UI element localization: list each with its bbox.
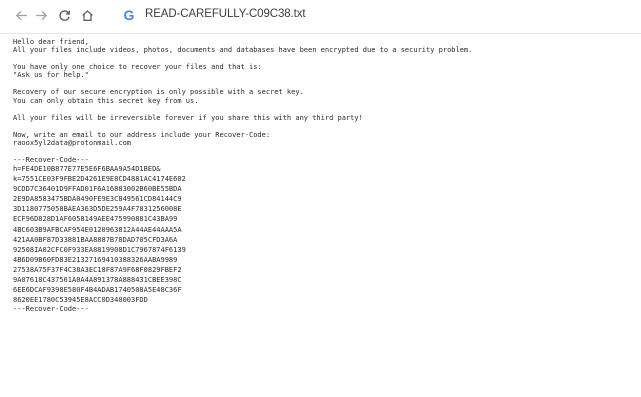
- recovery-line: Recovery of our secure encryption is onl…: [13, 88, 304, 97]
- document-content: Hello dear friend, All your files includ…: [13, 38, 635, 314]
- greeting-line: Hello dear friend,: [13, 38, 89, 46]
- recover-code-line: h=FE4DE10B877E77E5E6F6BAA9A54D1BED&: [13, 164, 161, 173]
- encrypted-files-line: All your files include videos, photos, d…: [13, 46, 473, 55]
- recover-code-line: 421AA0BF87D33881BAA8887B78DAD705CFD3A6A: [13, 235, 178, 244]
- url-text[interactable]: READ-CAREFULLY-C09C38.txt: [145, 8, 306, 20]
- recover-code-line: 4BC603B9AFBCAF954E0120963812A44AE44AAA5A: [13, 225, 182, 234]
- recover-code-block: h=FE4DE10B877E77E5E6F6BAA9A54D1BED& k=75…: [13, 164, 635, 305]
- recover-code-line: 9CDD7C36401D9FFAD01F6A16883002B60BE55BDA: [13, 185, 182, 194]
- recover-code-line: 4B6D09B60FD83E21327169410388326AABA9989: [13, 255, 178, 264]
- recover-code-line: 2E9DA8583475BDA0490FE9E3C849561CD84144C9: [13, 195, 182, 204]
- recover-code-line: 3D1180775058BAEA363D5DE259A4F7831256008E: [13, 205, 182, 214]
- back-arrow-icon[interactable]: [12, 7, 30, 25]
- forward-arrow-icon[interactable]: [32, 7, 50, 25]
- ask-line: "Ask us for help.": [13, 71, 89, 80]
- recover-code-line: 27538A75F37F4C38A3EC18F87A9F68F0829FBEF2: [13, 265, 182, 274]
- recover-code-line: 8620EE1780C53945E8ACC0D340003FDD: [13, 296, 148, 305]
- recover-code-line: 92508IA02CFC0F933EA8819908D1C7967874F613…: [13, 245, 186, 254]
- recover-code-line: k=7551CE03F9FBE2D4261E9E8CD4881AC4174E60…: [13, 175, 186, 184]
- warning-line: All your files will be irreversible fore…: [13, 113, 363, 122]
- google-search-icon: G: [123, 7, 135, 23]
- recover-code-line: ECF96D828D1AF6058149AEE475990881C43BA99: [13, 215, 178, 224]
- choice-line: You have only one choice to recover your…: [13, 63, 262, 72]
- browser-toolbar: G READ-CAREFULLY-C09C38.txt: [0, 0, 641, 34]
- recover-code-end: ---Recover-Code---: [13, 305, 89, 314]
- write-email-line: Now, write an email to our address inclu…: [13, 130, 271, 139]
- recover-code-start: ---Recover-Code---: [13, 155, 89, 164]
- recover-code-line: 6EE6DCAF9398E580F4B4ADAB1740508A5E48C36F: [13, 286, 182, 295]
- recover-code-line: 9A07618C437561A0A4A891378A888431CBEE398C: [13, 275, 182, 284]
- email-address: raoox5yl2data@protonmail.com: [13, 138, 132, 147]
- home-icon[interactable]: [78, 7, 96, 25]
- reload-icon[interactable]: [55, 7, 73, 25]
- obtain-key-line: You can only obtain this secret key from…: [13, 96, 199, 105]
- address-bar[interactable]: G READ-CAREFULLY-C09C38.txt: [114, 5, 634, 27]
